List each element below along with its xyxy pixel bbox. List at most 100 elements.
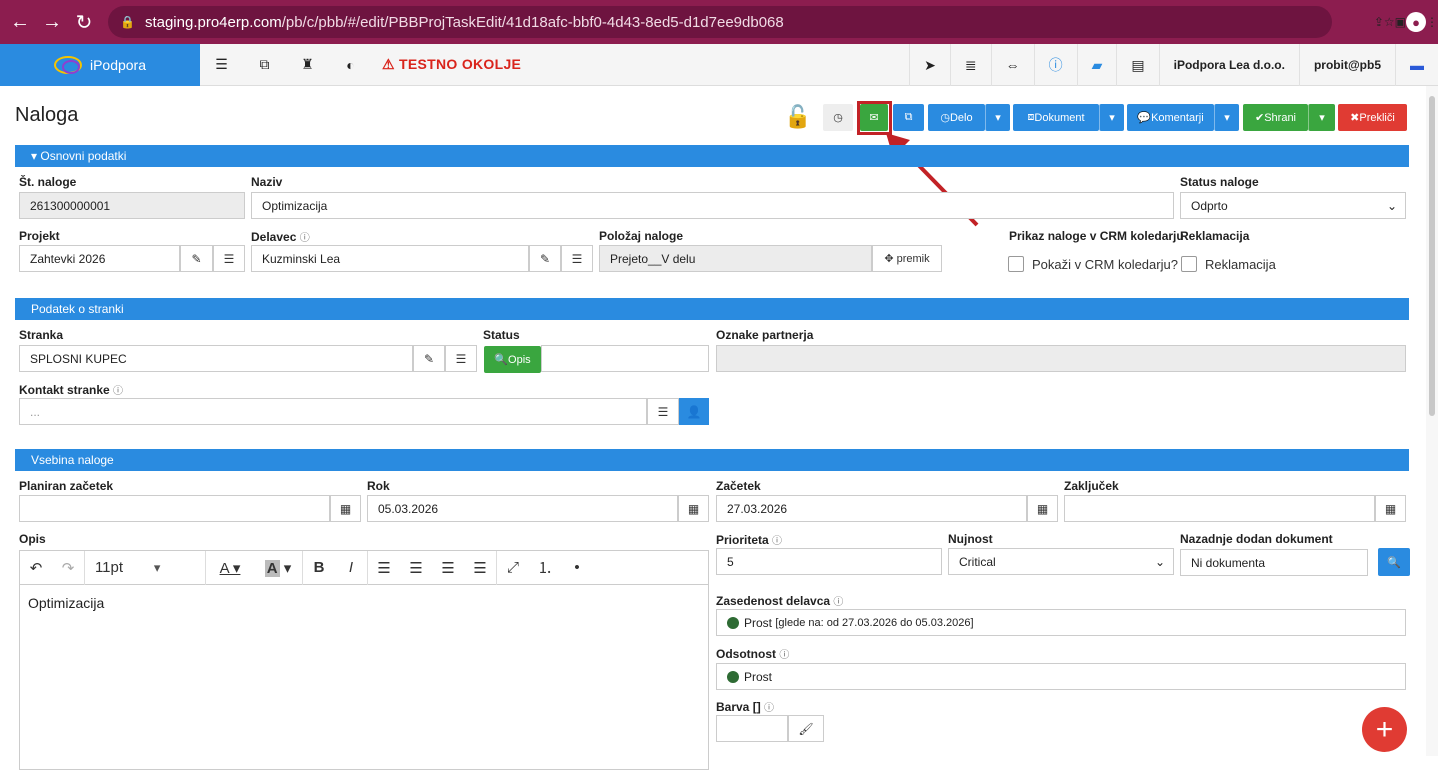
book-icon[interactable]: ▰ bbox=[1076, 44, 1117, 86]
preklici-button[interactable]: ✖ Prekliči bbox=[1338, 104, 1407, 131]
copy-button[interactable]: ⧉ bbox=[893, 104, 924, 131]
editor-content[interactable]: Optimizacija bbox=[20, 585, 708, 621]
section-title: Vsebina naloge bbox=[31, 453, 114, 467]
dokument-dropdown[interactable]: ▾ bbox=[1099, 104, 1124, 131]
scrollbar-thumb[interactable] bbox=[1429, 96, 1435, 416]
shrani-dropdown[interactable]: ▾ bbox=[1308, 104, 1335, 131]
profile-avatar[interactable]: ● bbox=[1406, 12, 1426, 32]
external-link-icon[interactable]: ⧉ bbox=[243, 56, 286, 73]
brand[interactable]: iPodpora bbox=[0, 43, 200, 86]
section-podatek-o-stranki[interactable]: Podatek o stranki bbox=[15, 298, 1409, 320]
server-icon[interactable]: ≣ bbox=[949, 44, 991, 86]
komentarji-dropdown[interactable]: ▾ bbox=[1214, 104, 1239, 131]
zacetek-input[interactable]: 27.03.2026 bbox=[716, 495, 1027, 522]
zasedenost-label: Zasedenost delavca ⓘ bbox=[716, 593, 843, 608]
numbered-list-icon[interactable]: ⒈ bbox=[529, 557, 561, 578]
undo-icon[interactable]: ↶ bbox=[20, 559, 52, 577]
info-icon[interactable]: ⓘ bbox=[1033, 44, 1077, 86]
eraser-icon[interactable]: ✎ bbox=[529, 245, 561, 272]
address-bar[interactable]: 🔒 staging.pro4erp.com/pb/c/pbb/#/edit/PB… bbox=[108, 6, 1332, 38]
status-naloge-select[interactable]: Odprto ⌄ bbox=[1180, 192, 1406, 219]
projekt-input[interactable]: Zahtevki 2026 bbox=[19, 245, 180, 272]
section-vsebina-naloge[interactable]: Vsebina naloge bbox=[15, 449, 1409, 471]
sidebar-icon[interactable]: ▣ bbox=[1395, 15, 1406, 29]
back-icon[interactable]: ← bbox=[4, 11, 36, 34]
crm-label: Prikaz naloge v CRM koledarju bbox=[1009, 229, 1184, 243]
bookmark-star-icon[interactable]: ☆ bbox=[1384, 15, 1395, 29]
menu-icon[interactable]: ⋮ bbox=[1426, 15, 1438, 29]
list-icon[interactable]: ☰ bbox=[445, 345, 477, 372]
flag-icon[interactable]: ▬ bbox=[1395, 44, 1438, 86]
shrani-button[interactable]: ✔ Shrani bbox=[1243, 104, 1308, 131]
nujnost-select[interactable]: Critical ⌄ bbox=[948, 548, 1174, 575]
calendar-icon[interactable]: ▦ bbox=[1375, 495, 1406, 522]
rok-input[interactable]: 05.03.2026 bbox=[367, 495, 678, 522]
kontakt-input[interactable]: ... bbox=[19, 398, 647, 425]
info-icon[interactable]: ⓘ bbox=[300, 233, 310, 244]
zakljucek-input[interactable] bbox=[1064, 495, 1375, 522]
paintbrush-icon[interactable]: 🖌 bbox=[788, 715, 824, 742]
info-icon[interactable]: ⓘ bbox=[779, 650, 789, 661]
delavec-input[interactable]: Kuzminski Lea bbox=[251, 245, 529, 272]
user-name[interactable]: probit@pb5 bbox=[1298, 44, 1395, 86]
info-icon[interactable]: ⓘ bbox=[764, 703, 774, 714]
scrollbar[interactable] bbox=[1426, 86, 1438, 756]
share-icon[interactable]: ⇪ bbox=[1374, 15, 1384, 29]
user-icon[interactable]: 👤 bbox=[679, 398, 709, 425]
eraser-icon[interactable]: ✎ bbox=[413, 345, 445, 372]
document-icon[interactable]: ▤ bbox=[1116, 44, 1158, 86]
align-right-icon[interactable]: ☰ bbox=[432, 559, 464, 577]
align-center-icon[interactable]: ☰ bbox=[400, 559, 432, 577]
opis-button[interactable]: 🔍 Opis bbox=[484, 346, 541, 373]
delo-button[interactable]: ◷ Delo bbox=[928, 104, 985, 131]
text-color-icon[interactable]: A ▾ bbox=[206, 559, 254, 577]
list-icon[interactable]: ☰ bbox=[647, 398, 679, 425]
bullet-list-icon[interactable]: • bbox=[561, 559, 593, 576]
premik-button[interactable]: ✥ premik bbox=[872, 245, 942, 272]
list-icon[interactable]: ☰ bbox=[561, 245, 593, 272]
prioriteta-input[interactable]: 5 bbox=[716, 548, 942, 575]
crm-checkbox[interactable] bbox=[1008, 256, 1024, 272]
info-icon[interactable]: ⓘ bbox=[113, 386, 123, 397]
delo-dropdown[interactable]: ▾ bbox=[985, 104, 1010, 131]
align-left-icon[interactable]: ☰ bbox=[368, 559, 400, 577]
barva-input[interactable] bbox=[716, 715, 788, 742]
paper-plane-icon[interactable]: ➤ bbox=[909, 44, 950, 86]
reload-icon[interactable]: ↻ bbox=[68, 10, 100, 35]
list-icon[interactable]: ☰ bbox=[213, 245, 245, 272]
calendar-icon[interactable]: ▦ bbox=[678, 495, 709, 522]
url-host: staging.pro4erp.com bbox=[144, 13, 282, 31]
redo-icon[interactable]: ↷ bbox=[52, 559, 84, 577]
forward-icon[interactable]: → bbox=[36, 11, 68, 34]
rich-text-editor[interactable]: ↶ ↷ 11pt ▾ A ▾ A ▾ B I ☰ ☰ ☰ ☰ ⤢ ⒈ • Opt… bbox=[19, 550, 709, 770]
section-osnovni-podatki[interactable]: ▾ Osnovni podatki bbox=[15, 145, 1409, 167]
dokument-button[interactable]: ⧈ Dokument bbox=[1013, 104, 1099, 131]
calendar-icon[interactable]: ▦ bbox=[1027, 495, 1058, 522]
info-icon[interactable]: ⓘ bbox=[833, 597, 843, 608]
list-icon[interactable]: ☰ bbox=[200, 56, 243, 73]
eraser-icon[interactable]: ✎ bbox=[180, 245, 213, 272]
contrast-icon[interactable]: ◐ bbox=[329, 57, 372, 73]
italic-icon[interactable]: I bbox=[335, 559, 367, 576]
company-name[interactable]: iPodpora Lea d.o.o. bbox=[1158, 44, 1299, 86]
add-fab-button[interactable]: + bbox=[1362, 707, 1407, 752]
dokument-label: Dokument bbox=[1034, 111, 1085, 124]
komentarji-button[interactable]: 💬 Komentarji bbox=[1127, 104, 1214, 131]
user-lock-icon[interactable]: ♜ bbox=[286, 56, 329, 73]
naziv-input[interactable]: Optimizacija bbox=[251, 192, 1174, 219]
search-button[interactable]: 🔍 bbox=[1378, 548, 1410, 576]
align-justify-icon[interactable]: ☰ bbox=[464, 559, 496, 577]
font-size-select[interactable]: 11pt ▾ bbox=[85, 559, 205, 576]
clock-button[interactable]: ◷ bbox=[823, 104, 853, 131]
planiran-input[interactable] bbox=[19, 495, 330, 522]
background-color-icon[interactable]: A ▾ bbox=[254, 559, 302, 577]
unlock-icon[interactable]: 🔓 bbox=[784, 104, 811, 130]
calendar-icon[interactable]: ▦ bbox=[330, 495, 361, 522]
bold-icon[interactable]: B bbox=[303, 559, 335, 576]
teamviewer-icon[interactable]: ⇔ bbox=[990, 44, 1034, 86]
reklamacija-checkbox[interactable] bbox=[1181, 256, 1197, 272]
info-icon[interactable]: ⓘ bbox=[772, 536, 782, 547]
fullscreen-icon[interactable]: ⤢ bbox=[497, 559, 529, 576]
stranka-input[interactable]: SPLOSNI KUPEC bbox=[19, 345, 413, 372]
delo-label: Delo bbox=[949, 111, 973, 124]
